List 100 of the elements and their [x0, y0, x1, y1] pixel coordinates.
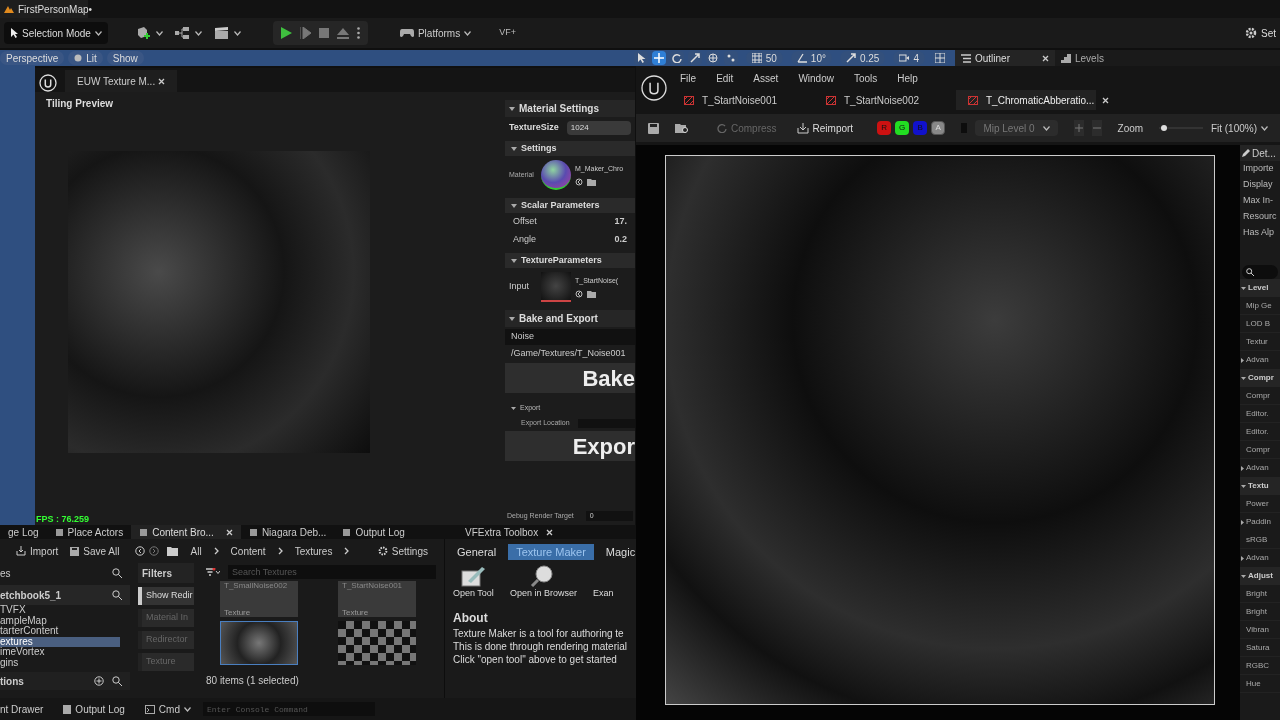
tool-button[interactable]: Exan — [592, 565, 614, 601]
name-field[interactable]: Noise — [505, 329, 635, 345]
settings-button[interactable]: Set — [1245, 25, 1276, 41]
folder-item[interactable]: imeVortex — [0, 647, 120, 658]
search-field[interactable] — [1242, 265, 1278, 279]
viewport-option-button[interactable]: Show — [106, 51, 144, 65]
section-header[interactable]: TextureParameters — [505, 253, 635, 268]
group-header[interactable]: Advan — [1240, 549, 1280, 567]
close-icon[interactable] — [546, 528, 554, 536]
section-header[interactable]: Level — [1240, 279, 1280, 297]
section-header[interactable]: Bake and Export — [505, 310, 635, 327]
menu-item[interactable]: Tools — [853, 70, 878, 86]
asset-thumbnail[interactable] — [220, 621, 298, 665]
asset-tab[interactable]: T_StartNoise002 — [814, 90, 956, 110]
folder-item[interactable]: gins — [0, 657, 120, 668]
plugin-button[interactable]: VF+ — [499, 26, 516, 40]
layout-button[interactable] — [933, 51, 947, 65]
transform-tool-button[interactable] — [723, 51, 738, 65]
tool-button[interactable]: Open Tool — [453, 565, 494, 601]
close-icon[interactable] — [158, 77, 165, 85]
browse-button[interactable] — [575, 178, 583, 187]
browse-button[interactable] — [575, 290, 583, 299]
tool-button[interactable]: Open in Browser — [509, 565, 577, 601]
transform-tool-button[interactable] — [651, 51, 666, 65]
asset-card[interactable]: T_SmallNoise002 Texture — [220, 581, 298, 617]
panel-tab[interactable]: Levels — [1055, 50, 1155, 66]
section-header[interactable]: Adjust — [1240, 567, 1280, 585]
panel-tab[interactable]: Content Bro... — [131, 525, 241, 539]
search-field[interactable]: Search Textures — [228, 565, 436, 579]
menu-item[interactable]: Help — [897, 70, 918, 86]
group-header[interactable]: Advan — [1240, 351, 1280, 369]
section-header[interactable]: Settings — [505, 141, 635, 156]
asset-thumbnail[interactable] — [338, 621, 416, 665]
breadcrumb-item[interactable]: Content — [230, 543, 266, 559]
panel-tab[interactable]: Output Log — [334, 525, 413, 539]
menu-item[interactable]: Edit — [716, 70, 734, 86]
menu-item[interactable]: File — [680, 70, 697, 86]
group-header[interactable]: Paddin — [1240, 513, 1280, 531]
bake-button[interactable]: Bake — [505, 363, 635, 393]
window-tab[interactable]: EUW Texture M... — [65, 70, 177, 92]
find-button[interactable] — [587, 290, 596, 299]
close-icon[interactable] — [1102, 96, 1110, 104]
transform-tool-button[interactable] — [669, 51, 684, 65]
panel-tab[interactable]: Det... — [1240, 145, 1280, 161]
save-all-button[interactable]: Save All — [70, 543, 120, 559]
viewport-option-button[interactable]: Perspective — [0, 51, 65, 65]
toolbox-tab[interactable]: General — [453, 544, 501, 560]
filter-toggle[interactable]: Show Redir — [138, 587, 194, 605]
blueprint-button[interactable] — [174, 27, 202, 39]
folder-item[interactable]: ampleMap — [0, 615, 120, 626]
content-drawer-button[interactable]: nt Drawer — [0, 701, 52, 717]
transform-tool-button[interactable] — [687, 51, 702, 65]
preview-label: Tiling Preview — [45, 97, 115, 111]
collapsed-arrow-icon — [1241, 357, 1244, 363]
reimport-button[interactable]: Reimport — [796, 120, 854, 136]
snap-setting-button[interactable]: 0.25 — [839, 51, 886, 65]
snap-setting-button[interactable]: 4 — [893, 51, 925, 65]
breadcrumb-item[interactable]: Textures — [294, 543, 333, 559]
section-header[interactable]: Compr — [1240, 369, 1280, 387]
close-icon[interactable] — [225, 528, 233, 536]
breadcrumb-item[interactable]: All — [190, 543, 202, 559]
asset-card[interactable]: T_StartNoise001 Texture — [338, 581, 416, 617]
snap-setting-button[interactable]: 10° — [790, 51, 832, 65]
group-header[interactable]: Advan — [1240, 459, 1280, 477]
find-button[interactable] — [587, 178, 596, 187]
asset-tab[interactable]: T_StartNoise001 — [672, 90, 814, 110]
platforms-dropdown[interactable]: Platforms — [399, 25, 472, 41]
section-header[interactable]: Material Settings — [505, 100, 635, 117]
section-header[interactable]: Textu — [1240, 477, 1280, 495]
settings-button[interactable]: Settings — [377, 543, 428, 559]
section-header[interactable]: Scalar Parameters — [505, 198, 635, 213]
mode-dropdown[interactable]: Selection Mode — [4, 22, 108, 44]
menu-item[interactable]: Window — [798, 70, 834, 86]
viewport-option-button[interactable]: Lit — [68, 51, 103, 65]
fit-dropdown[interactable]: Fit (100%) — [1210, 120, 1268, 136]
channel-toggle[interactable]: G — [895, 121, 910, 135]
field-value[interactable]: 0.2 — [614, 233, 627, 247]
panel-tab[interactable]: Place Actors — [46, 525, 132, 539]
cinematics-button[interactable] — [213, 27, 241, 39]
slider-thumb[interactable] — [1161, 125, 1167, 131]
folder-item[interactable]: TVFX — [0, 605, 120, 616]
add-actor-button[interactable] — [135, 27, 163, 39]
panel-tab[interactable]: Niagara Deb... — [240, 525, 335, 539]
panel-tab[interactable]: VFExtra Toolbox — [445, 525, 574, 539]
snap-setting-button[interactable]: 50 — [745, 51, 783, 65]
texture-size-field[interactable]: 1024 — [566, 121, 631, 135]
transform-tool-button[interactable] — [633, 51, 648, 65]
toolbox-tab[interactable]: Magic — [601, 544, 636, 560]
cmd-dropdown[interactable]: Cmd — [144, 701, 191, 717]
panel-tab[interactable]: ge Log — [0, 525, 47, 539]
import-button[interactable]: Import — [16, 543, 59, 559]
folder-item[interactable]: tarterContent — [0, 626, 120, 637]
output-log-button[interactable]: Output Log — [63, 701, 133, 717]
close-icon[interactable] — [1042, 54, 1049, 62]
folder-item[interactable]: extures — [0, 636, 120, 647]
panel-tab[interactable]: Outliner — [955, 50, 1055, 66]
transform-tool-button[interactable] — [705, 51, 720, 65]
export-button[interactable]: Expor — [505, 431, 635, 461]
menu-item[interactable]: Asset — [753, 70, 779, 86]
field-value[interactable]: 17. — [614, 215, 627, 229]
